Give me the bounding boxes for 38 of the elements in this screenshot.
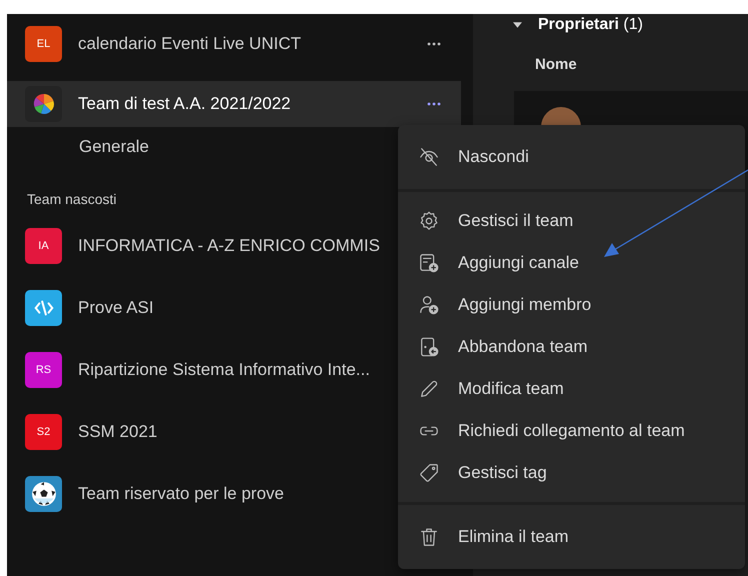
section-title: Team nascosti bbox=[27, 191, 118, 207]
column-header: Nome bbox=[535, 56, 578, 73]
team-avatar: RS bbox=[25, 352, 62, 388]
team-name: Ripartizione Sistema Informativo Inte... bbox=[78, 360, 370, 380]
team-avatar: IA bbox=[25, 228, 62, 264]
team-name: SSM 2021 bbox=[78, 422, 158, 442]
menu-item[interactable]: Nascondi bbox=[398, 133, 745, 181]
caret-down-icon[interactable] bbox=[513, 22, 522, 28]
team-name: calendario Eventi Live UNICT bbox=[78, 34, 301, 54]
tag-icon bbox=[418, 462, 440, 484]
team-name: Team riservato per le prove bbox=[78, 484, 284, 504]
team-avatar: S2 bbox=[25, 414, 62, 450]
team-avatar: EL bbox=[25, 26, 62, 62]
menu-item[interactable]: Aggiungi membro bbox=[398, 284, 745, 326]
menu-item[interactable]: Modifica team bbox=[398, 368, 745, 410]
selected-team-row[interactable]: Team di test A.A. 2021/2022 bbox=[7, 81, 461, 127]
person-add-icon bbox=[418, 294, 440, 316]
section-title: Proprietari (1) bbox=[538, 16, 643, 34]
more-icon bbox=[427, 42, 441, 46]
team-row[interactable]: EL calendario Eventi Live UNICT bbox=[7, 21, 461, 67]
menu-item[interactable]: Elimina il team bbox=[398, 513, 745, 561]
menu-item[interactable]: Aggiungi canale bbox=[398, 242, 745, 284]
leave-icon bbox=[418, 336, 440, 358]
menu-item[interactable]: Gestisci il team bbox=[398, 200, 745, 242]
hidden-eye-icon bbox=[418, 146, 440, 168]
menu-item[interactable]: Gestisci tag bbox=[398, 452, 745, 494]
team-name: INFORMATICA - A-Z ENRICO COMMIS bbox=[78, 236, 380, 256]
trash-icon bbox=[418, 526, 440, 548]
channel-name[interactable]: Generale bbox=[79, 137, 149, 157]
channel-add-icon bbox=[418, 252, 440, 274]
gear-icon bbox=[418, 210, 440, 232]
color-wheel-icon bbox=[32, 92, 56, 116]
team-name: Team di test A.A. 2021/2022 bbox=[78, 94, 291, 114]
more-icon bbox=[427, 102, 441, 106]
menu-item[interactable]: Richiedi collegamento al team bbox=[398, 410, 745, 452]
menu-item[interactable]: Abbandona team bbox=[398, 326, 745, 368]
team-name: Prove ASI bbox=[78, 298, 154, 318]
pencil-icon bbox=[418, 378, 440, 400]
